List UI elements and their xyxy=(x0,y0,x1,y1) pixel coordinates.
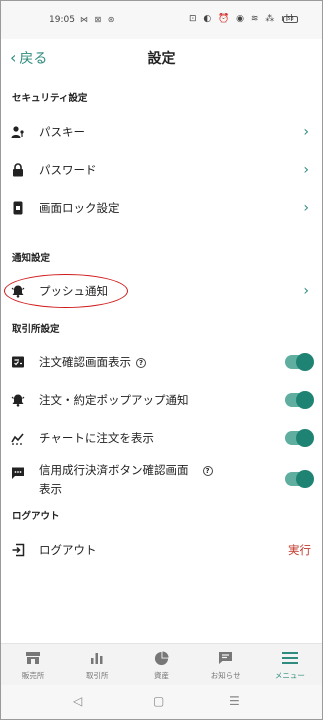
settings-item-label: 注文確認画面表示 xyxy=(39,355,131,369)
toggle-knob xyxy=(296,470,314,488)
nav-back-icon[interactable]: ◁ xyxy=(73,694,82,708)
settings-item-passkey[interactable]: パスキー › xyxy=(1,118,322,146)
settings-item-password[interactable]: パスワード › xyxy=(1,156,322,184)
system-status-icons: ⊡ ◐ ⏰ ◉ ≋ ⁂ ıll xyxy=(189,14,295,24)
help-circle-icon[interactable]: ? xyxy=(202,466,213,476)
tab-assets[interactable]: 資産 xyxy=(129,644,193,685)
bell-icon xyxy=(11,393,25,407)
toggle-knob xyxy=(296,391,314,409)
settings-item-label: パスキー xyxy=(39,125,85,139)
menu-icon xyxy=(281,649,298,667)
chevron-right-icon: › xyxy=(303,200,309,216)
tab-label: メニュー xyxy=(274,671,305,680)
bottom-tab-bar: 販売所 取引所 資産 お知らせ メニュー xyxy=(1,643,322,685)
tab-exchange[interactable]: 取引所 xyxy=(65,644,129,685)
tab-label: 資産 xyxy=(154,671,169,680)
order-popup-toggle[interactable] xyxy=(285,391,314,409)
page-title: 設定 xyxy=(147,51,176,67)
margin-confirm-toggle[interactable] xyxy=(285,470,314,488)
chart-orders-toggle[interactable] xyxy=(285,429,314,447)
nav-recents-icon[interactable]: ☰ xyxy=(229,694,240,708)
chevron-right-icon: › xyxy=(303,124,309,140)
settings-item-order-confirm: 注文確認画面表示? xyxy=(1,348,322,376)
order-confirm-icon xyxy=(11,355,25,369)
battery-icon: 53 xyxy=(283,16,298,23)
tab-label: 販売所 xyxy=(21,671,45,680)
settings-item-label: 信用成行決済ボタン確認画面 xyxy=(39,463,189,477)
section-title-exchange: 取引所設定 xyxy=(12,324,60,335)
system-nav-bar: ◁ ▢ ☰ xyxy=(1,685,322,719)
settings-item-label: 注文・約定ポップアップ通知 xyxy=(39,393,189,407)
lock-icon xyxy=(11,163,25,177)
settings-item-chart-orders: チャートに注文を表示 xyxy=(1,424,322,452)
chevron-right-icon: › xyxy=(303,283,309,299)
settings-item-label: 画面ロック設定 xyxy=(39,201,120,215)
toggle-knob xyxy=(296,353,314,371)
app-header: ‹ 戻る 設定 xyxy=(1,39,322,75)
tab-news[interactable]: お知らせ xyxy=(194,644,258,685)
tab-label: お知らせ xyxy=(210,671,241,680)
settings-item-order-popup: 注文・約定ポップアップ通知 xyxy=(1,386,322,414)
settings-item-label: チャートに注文を表示 xyxy=(39,431,154,445)
settings-item-screen-lock[interactable]: 画面ロック設定 › xyxy=(1,194,322,222)
highlight-annotation xyxy=(4,274,128,308)
settings-item-label: ログアウト xyxy=(39,543,97,557)
passkey-icon xyxy=(11,125,25,139)
order-confirm-toggle[interactable] xyxy=(285,353,314,371)
chevron-right-icon: › xyxy=(303,162,309,178)
settings-item-label: パスワード xyxy=(39,163,97,177)
section-title-security: セキュリティ設定 xyxy=(12,93,88,104)
nav-home-icon[interactable]: ▢ xyxy=(153,694,164,708)
phone-lock-icon xyxy=(11,201,25,215)
settings-item-margin-confirm: 信用成行決済ボタン確認画面? 表示 xyxy=(1,456,322,502)
status-time: 19:05 xyxy=(49,15,75,25)
store-icon xyxy=(25,649,41,667)
status-bar: 19:05 ⋈ ⊠ ⊛ ⊡ ◐ ⏰ ◉ ≋ ⁂ ıll 53 xyxy=(1,1,322,39)
message-icon xyxy=(218,649,233,667)
message-icon xyxy=(11,466,25,480)
chart-icon xyxy=(11,431,25,445)
logout-icon xyxy=(11,543,25,557)
bar-chart-icon xyxy=(90,649,104,667)
notification-icons: ⋈ ⊠ ⊛ xyxy=(80,15,117,24)
settings-list: セキュリティ設定 パスキー › パスワード › 画面ロック設定 › 通知設定 プ… xyxy=(1,76,322,643)
settings-item-logout: ログアウト 実行 xyxy=(1,536,322,564)
logout-execute-button[interactable]: 実行 xyxy=(288,542,311,558)
toggle-knob xyxy=(296,429,314,447)
help-circle-icon[interactable]: ? xyxy=(136,358,146,368)
section-title-notifications: 通知設定 xyxy=(12,253,51,264)
tab-label: 取引所 xyxy=(86,671,109,680)
pie-chart-icon xyxy=(154,649,169,667)
section-title-logout: ログアウト xyxy=(12,511,60,522)
settings-item-label-continued: 表示 xyxy=(39,482,62,496)
tab-store[interactable]: 販売所 xyxy=(1,644,65,685)
tab-menu[interactable]: メニュー xyxy=(258,644,322,685)
